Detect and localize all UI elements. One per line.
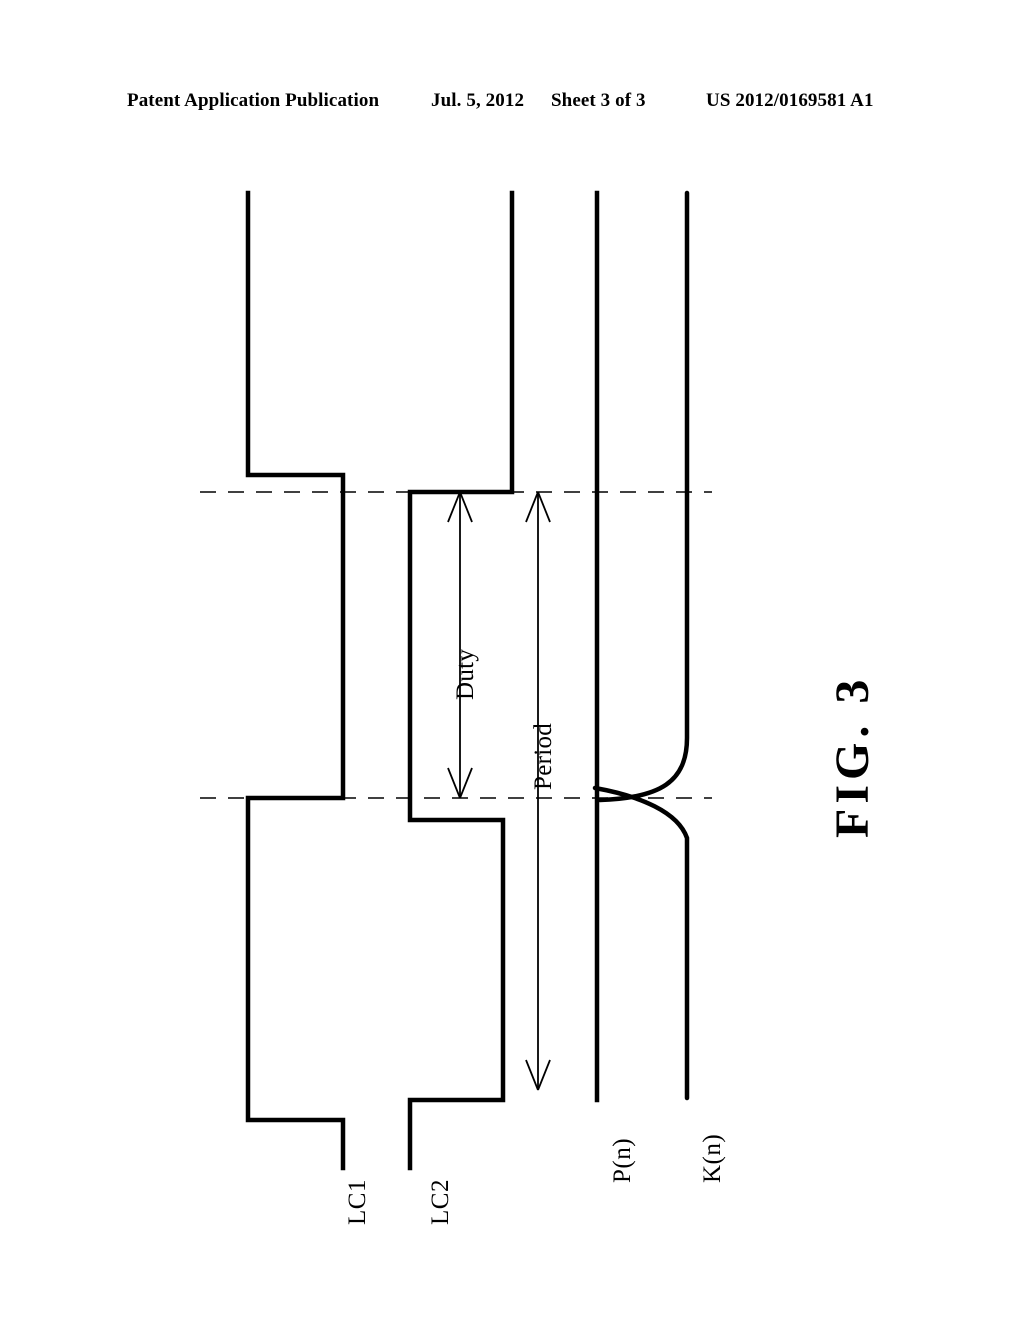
signal-label-kn: K(n) (699, 1133, 726, 1183)
signal-label-pn: P(n) (609, 1137, 636, 1183)
dimension-label-period: Period (530, 722, 557, 790)
waveform-kn-upper (597, 190, 690, 803)
waveform-lc1 (245, 190, 346, 1171)
signal-label-lc2: LC2 (427, 1179, 454, 1225)
figure-number-label: FIG. 3 (826, 674, 879, 838)
period-dimension-arrow (525, 491, 551, 1091)
signal-label-lc1: LC1 (344, 1179, 371, 1225)
dimension-label-duty: Duty (452, 648, 479, 700)
duty-dimension-arrow (447, 491, 473, 799)
figure-drawing-area (0, 0, 1024, 1320)
timing-diagram-svg (200, 190, 712, 1171)
waveform-kn-lower (592, 785, 690, 1101)
